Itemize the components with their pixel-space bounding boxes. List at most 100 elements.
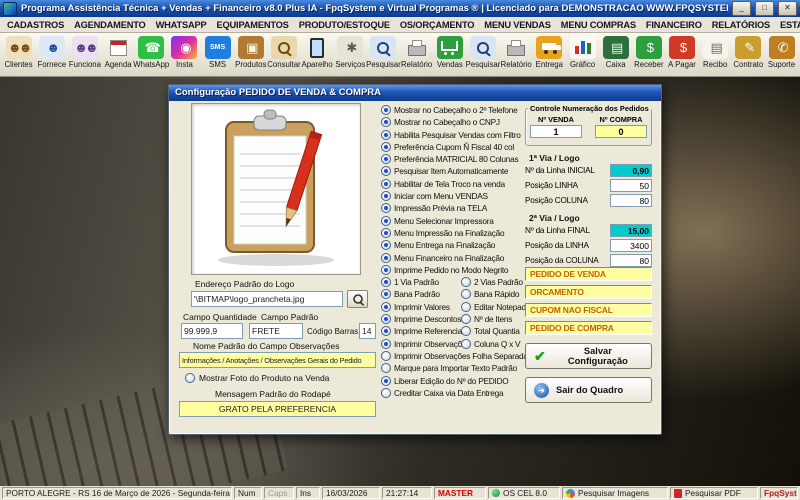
status-search-images[interactable]: Pesquisar Imagens	[562, 487, 668, 499]
toolbar-suporte[interactable]: ✆Suporte	[765, 34, 798, 75]
quantity-mask-input[interactable]	[181, 323, 243, 339]
via1-input-posi-o-coluna[interactable]	[610, 194, 652, 207]
option-menu-entrega-na-finaliza-o[interactable]: Menu Entrega na Finalização	[381, 240, 495, 250]
dialog-titlebar[interactable]: Configuração PEDIDO DE VENDA & COMPRA	[169, 85, 661, 101]
option-mostrar-no-cabe-alho-o-cnpj[interactable]: Mostrar no Cabeçalho o CNPJ	[381, 117, 500, 127]
exit-dialog-button[interactable]: ➜ Sair do Quadro	[525, 377, 652, 403]
toolbar-a-pagar[interactable]: $A Pagar	[665, 34, 698, 75]
option-pesquisar-item-automaticamente[interactable]: Pesquisar Item Automaticamente	[381, 166, 508, 176]
close-button[interactable]: ✕	[778, 1, 797, 16]
toolbar-funciona[interactable]: ☻☻Funciona	[68, 34, 101, 75]
window-titlebar[interactable]: Programa Assistência Técnica + Vendas + …	[0, 0, 800, 17]
option-total-quantia[interactable]: Total Quantia	[461, 326, 520, 336]
radio-icon	[381, 130, 391, 140]
toolbar-clientes[interactable]: ☻☻Clientes	[2, 34, 35, 75]
option-iniciar-com-menu-vendas[interactable]: Iniciar com Menu VENDAS	[381, 191, 488, 201]
doc-title-pedido-de-venda[interactable]: PEDIDO DE VENDA	[525, 267, 652, 281]
toolbar-vendas[interactable]: Vendas	[433, 34, 466, 75]
option-imprime-pedido-no-modo-negrito[interactable]: Imprime Pedido no Modo Negrito	[381, 265, 508, 275]
option-bana-padr-o[interactable]: Bana Padrão	[381, 289, 440, 299]
menu-cadastros[interactable]: CADASTROS	[2, 20, 69, 30]
doc-title-orcamento[interactable]: ORCAMENTO	[525, 285, 652, 299]
menu-os-or-amento[interactable]: OS/ORÇAMENTO	[395, 20, 479, 30]
option-imprimir-observa-es[interactable]: Imprimir Observações	[381, 339, 470, 349]
option-mostrar-no-cabe-alho-o-2-telefone[interactable]: Mostrar no Cabeçalho o 2º Telefone	[381, 105, 518, 115]
toolbar-relat-rio[interactable]: Relatório	[500, 34, 533, 75]
toolbar-whatsapp[interactable]: ☎WhatsApp	[135, 34, 168, 75]
option-prefer-ncia-matricial-80-colunas[interactable]: Preferência MATRICIAL 80 Colunas	[381, 154, 518, 164]
radio-icon	[461, 314, 471, 324]
option-habilita-pesquisar-vendas-com-filtro[interactable]: Habilita Pesquisar Vendas com Filtro	[381, 130, 521, 140]
toolbar-servi-os[interactable]: ✱Serviços	[334, 34, 367, 75]
toolbar-sms[interactable]: SMSSMS	[201, 34, 234, 75]
option-editar-notepad[interactable]: Editar Notepad	[461, 302, 526, 312]
via2-input-posi-o-da-coluna[interactable]	[610, 254, 652, 267]
option-row: Imprime ReferenciaTotal Quantia	[381, 326, 523, 338]
toolbar-receber[interactable]: $Receber	[632, 34, 665, 75]
venda-number-input[interactable]	[530, 125, 582, 138]
via2-input-n-da-linha-final[interactable]	[610, 224, 652, 237]
doc-title-pedido-de-compra[interactable]: PEDIDO DE COMPRA	[525, 321, 652, 335]
via1-title: 1ª Via / Logo	[529, 153, 580, 163]
toolbar-fornece[interactable]: ☻Fornece	[35, 34, 68, 75]
logo-browse-button[interactable]	[347, 290, 368, 308]
menu-agendamento[interactable]: AGENDAMENTO	[69, 20, 151, 30]
compra-number-input[interactable]	[595, 125, 647, 138]
option-creditar-caixa-via-data-entrega[interactable]: Creditar Caixa via Data Entrega	[381, 388, 503, 398]
toolbar-insta[interactable]: ◉Insta	[168, 34, 201, 75]
menu-financeiro[interactable]: FINANCEIRO	[641, 20, 707, 30]
menu-menu-vendas[interactable]: MENU VENDAS	[479, 20, 556, 30]
menu-whatsapp[interactable]: WHATSAPP	[151, 20, 212, 30]
doc-title-cupom-nao-fiscal[interactable]: CUPOM NAO FISCAL	[525, 303, 652, 317]
dialog-title: Configuração PEDIDO DE VENDA & COMPRA	[175, 87, 381, 98]
toolbar-gr-fico[interactable]: Gráfico	[566, 34, 599, 75]
status-search-pdf[interactable]: Pesquisar PDF	[670, 487, 758, 499]
save-config-button[interactable]: ✔ Salvar Configuração	[525, 343, 652, 369]
option-imprimir-observa-es-folha-separada[interactable]: Imprimir Observações Folha Separada	[381, 351, 528, 361]
option-imprime-descontos[interactable]: Imprime Descontos	[381, 314, 461, 324]
option-marque-para-importar-texto-padr-o[interactable]: Marque para Importar Texto Padrão	[381, 363, 517, 373]
toolbar-contrato[interactable]: ✎Contrato	[732, 34, 765, 75]
toolbar-caixa[interactable]: ▤Caixa	[599, 34, 632, 75]
radio-icon	[381, 240, 391, 250]
toolbar-aparelho[interactable]: Aparelho	[301, 34, 334, 75]
option-menu-selecionar-impressora[interactable]: Menu Selecionar Impressora	[381, 216, 494, 226]
menu-relat-rios[interactable]: RELATÓRIOS	[707, 20, 775, 30]
maximize-button[interactable]: □	[755, 1, 774, 16]
option-n-de-itens[interactable]: Nº de Itens	[461, 314, 512, 324]
menu-equipamentos[interactable]: EQUIPAMENTOS	[212, 20, 294, 30]
menu-produto-estoque[interactable]: PRODUTO/ESTOQUE	[294, 20, 395, 30]
option-impress-o-pr-via-na-tela[interactable]: Impressão Prévia na TELA	[381, 203, 487, 213]
option-coluna-q-x-v[interactable]: Coluna Q x V	[461, 339, 520, 349]
via1-input-posi-o-linha[interactable]	[610, 179, 652, 192]
toolbar-recibo[interactable]: ▤Recibo	[699, 34, 732, 75]
option-prefer-ncia-cupom-fiscal-40-col[interactable]: Preferência Cupom Ñ Fiscal 40 col	[381, 142, 514, 152]
option-habilitar-de-tela-troco-na-venda[interactable]: Habilitar de Tela Troco na venda	[381, 179, 505, 189]
toolbar-pesquisar[interactable]: Pesquisar	[466, 34, 499, 75]
toolbar-entrega[interactable]: Entrega	[533, 34, 566, 75]
toolbar-agenda[interactable]: Agenda	[102, 34, 135, 75]
minimize-button[interactable]: _	[732, 1, 751, 16]
toolbar-consultar[interactable]: Consultar	[267, 34, 300, 75]
option-2-vias-padr-o[interactable]: 2 Vias Padrão	[461, 277, 523, 287]
toolbar-relat-rio[interactable]: Relatório	[400, 34, 433, 75]
option-liberar-edi-o-do-n-do-pedido[interactable]: Liberar Edição do Nº do PEDIDO	[381, 376, 509, 386]
menu-estatistica[interactable]: ESTATISTICA	[775, 20, 800, 30]
via1-input-n-da-linha-inicial[interactable]	[610, 164, 652, 177]
option-1-via-padr-o[interactable]: 1 Via Padrão	[381, 277, 439, 287]
option-imprime-referencia[interactable]: Imprime Referencia	[381, 326, 462, 336]
via2-input-posi-o-da-linha[interactable]	[610, 239, 652, 252]
option-bana-r-pido[interactable]: Bana Rápido	[461, 289, 519, 299]
footer-message-input[interactable]	[179, 401, 376, 417]
barcode-digits-input[interactable]	[359, 323, 376, 339]
option-show-product-photo[interactable]: Mostrar Foto do Produto na Venda	[185, 373, 329, 383]
observations-name-input[interactable]	[179, 352, 376, 368]
logo-path-input[interactable]	[191, 291, 343, 307]
option-menu-financeiro-na-finaliza-o[interactable]: Menu Financeiro na Finalização	[381, 253, 504, 263]
menu-menu-compras[interactable]: MENU COMPRAS	[556, 20, 641, 30]
toolbar-pesquisar[interactable]: Pesquisar	[367, 34, 400, 75]
default-field-input[interactable]	[249, 323, 303, 339]
option-imprimir-valores[interactable]: Imprimir Valores	[381, 302, 450, 312]
toolbar-produtos[interactable]: ▣Produtos	[234, 34, 267, 75]
option-menu-impress-o-na-finaliza-o[interactable]: Menu Impressão na Finalização	[381, 228, 504, 238]
